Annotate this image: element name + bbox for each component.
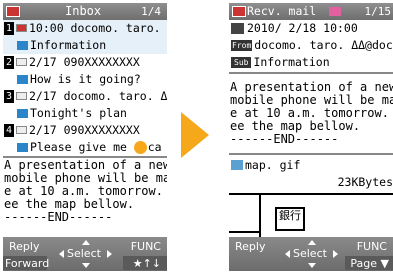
attachment-name: map. gif [245,158,301,172]
msg-icon [17,75,28,84]
reply-softkey[interactable]: Reply [235,240,265,254]
mail-row-1-meta[interactable]: 1 10:00 docomo. taro. ΔΔ [3,20,167,37]
clock-icon [231,23,244,34]
mail-header: Recv. mail 1/15 [229,3,393,20]
dpad-right-icon [107,250,112,258]
dpad-down-icon [82,263,90,268]
select-label: Select [293,247,327,260]
dpad-select[interactable]: Select [283,240,339,268]
mail-row-4-meta[interactable]: 4 2/17 090XXXXXXXX [3,122,167,139]
dpad-right-icon [333,250,338,258]
read-mail-icon [16,126,27,134]
row-text: Tonight's plan [30,106,127,120]
page-indicator: 1/4 [141,5,161,18]
msg-icon [17,109,28,118]
page-title: Recv. mail [247,4,317,18]
attachment-size-row: 23KBytes [229,174,393,191]
preview-divider [3,156,167,158]
dpad-select[interactable]: Select [57,240,113,268]
attachment-size: 23KBytes [337,175,393,189]
row-text: Information [30,38,107,52]
dpad-up-icon [308,240,316,245]
mail-row-2-meta[interactable]: 2 2/17 090XXXXXXXX [3,54,167,71]
mail-row-2-subject[interactable]: How is it going? [3,71,167,88]
row-number: 2 [4,56,14,69]
func-softkey[interactable]: FUNC [131,240,161,254]
info-icon [17,41,28,50]
subject-row: Sub Information [229,54,393,71]
mail-row-1-subject[interactable]: Information [3,37,167,54]
from-row[interactable]: From docomo. taro. ΔΔ@docom [229,37,393,54]
row-text: 2/17 docomo. taro. ΔΔ [29,89,167,103]
from-value: docomo. taro. ΔΔ@docom [254,38,393,52]
pointer-marker-icon [134,141,147,154]
mail-preview: A presentation of a new mobile phone wil… [4,159,167,224]
inbox-header: Inbox 1/4 [3,3,167,20]
inbox-screen: Inbox 1/4 1 10:00 docomo. taro. ΔΔ Inform… [3,3,167,271]
date-row: 2010/ 2/18 10:00 [229,20,393,37]
mail-body: A presentation of a new mobile phone wil… [230,81,393,146]
received-mail-screen: Recv. mail 1/15 2010/ 2/18 10:00 From doc… [229,3,393,271]
reply-softkey[interactable]: Reply [9,240,39,254]
msg-icon [17,143,28,152]
row-text: 10:00 docomo. taro. ΔΔ [29,21,167,35]
sub-label: Sub [231,57,252,68]
forward-softkey[interactable]: Forward [5,257,49,271]
mail-row-3-meta[interactable]: 3 2/17 docomo. taro. ΔΔ [3,88,167,105]
date-text: 2010/ 2/18 10:00 [247,21,358,35]
transition-arrow-icon [181,112,209,158]
attachment-row[interactable]: map. gif [229,157,393,174]
row-number: 4 [4,124,14,137]
read-mail-icon [16,92,27,100]
unread-mail-icon [16,24,27,32]
dpad-left-icon [59,250,64,258]
mail-icon [6,6,20,17]
page-title: Inbox [65,4,102,18]
page-indicator: 1/15 [364,5,392,18]
dpad-left-icon [285,250,290,258]
map-image[interactable]: 銀行 [229,191,393,237]
read-mail-icon [16,58,27,66]
soft-key-bar: Reply Forward Select FUNC ★↑↓ [3,237,167,271]
mail-row-3-subject[interactable]: Tonight's plan [3,105,167,122]
image-file-icon [231,160,243,170]
subject-value: Information [253,55,330,69]
body-divider [229,72,393,74]
attachment-icon [329,7,341,16]
row-text: How is it going? [30,72,141,86]
dpad-up-icon [82,240,90,245]
soft-key-bar: Reply Select FUNC Page ▼ [229,237,393,271]
from-label: From [231,40,253,51]
mail-icon [232,6,246,17]
row-text: 2/17 090XXXXXXXX [29,55,140,69]
dpad-down-icon [308,263,316,268]
row-text: 2/17 090XXXXXXXX [29,123,140,137]
bank-label: 銀行 [275,207,305,231]
sort-softkey[interactable]: ★↑↓ [133,257,161,271]
attachment-divider [229,153,393,155]
row-number: 1 [4,22,14,35]
func-softkey[interactable]: FUNC [357,240,387,254]
select-label: Select [67,247,101,260]
page-softkey[interactable]: Page ▼ [350,257,389,271]
row-number: 3 [4,90,14,103]
